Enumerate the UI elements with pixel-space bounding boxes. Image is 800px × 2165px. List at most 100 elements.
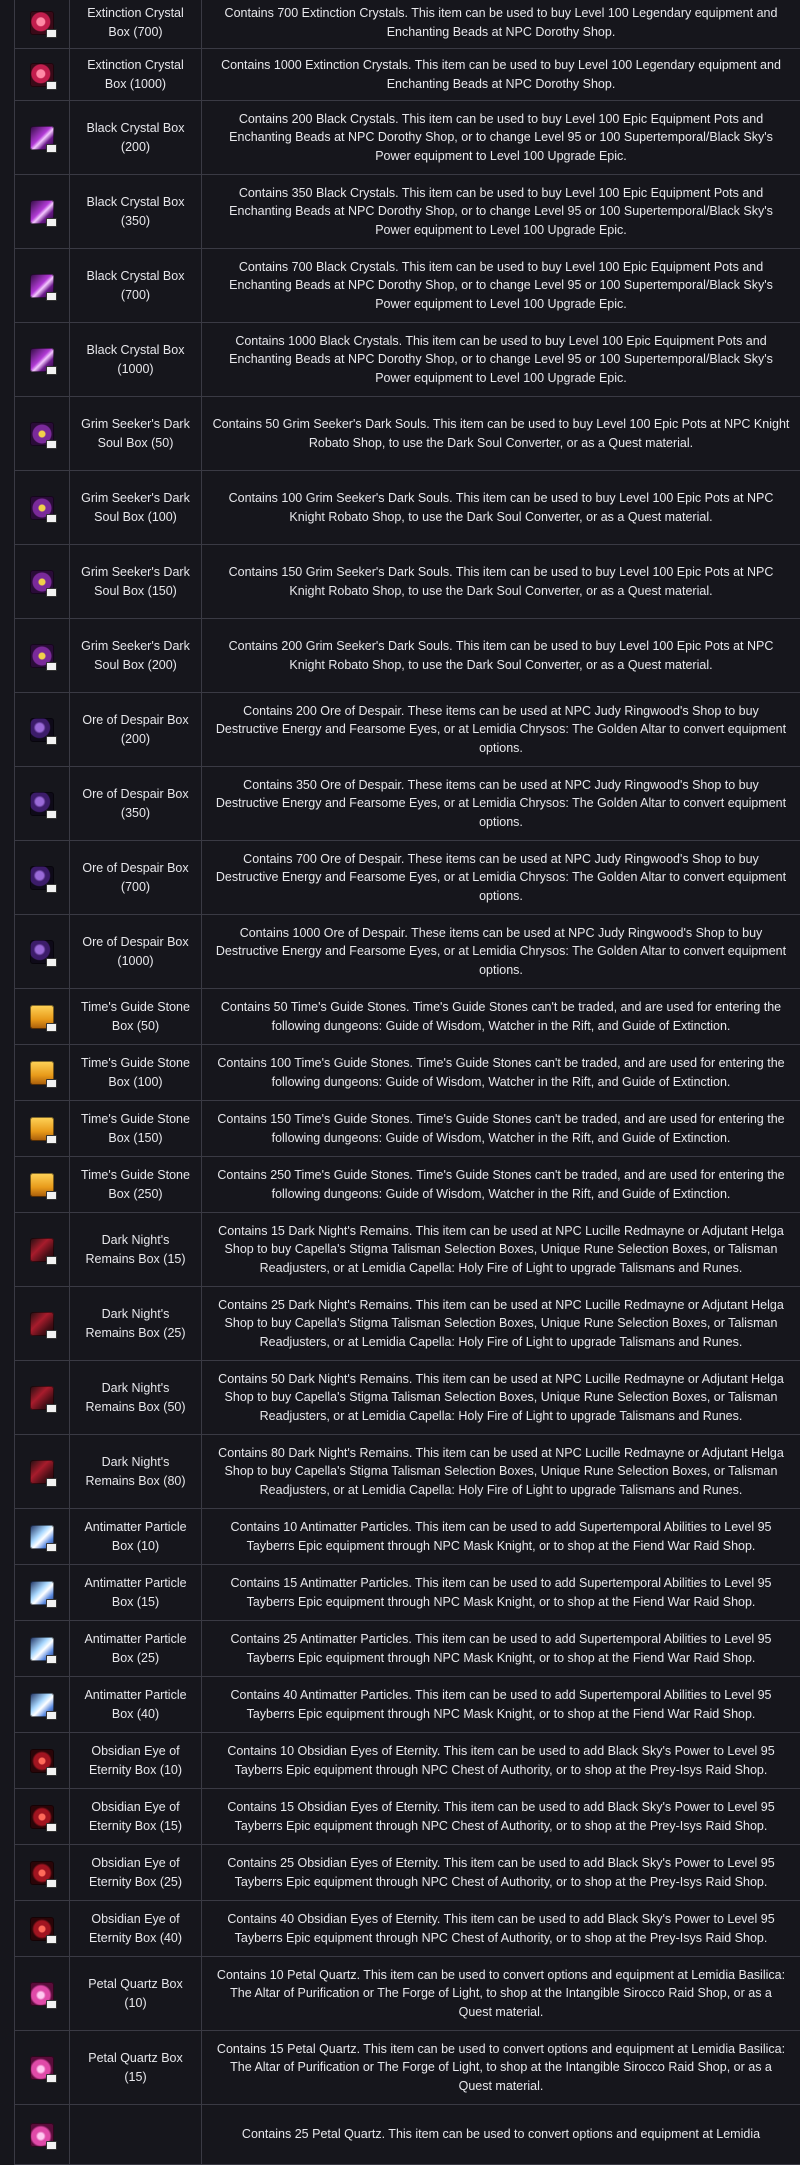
item-description: Contains 250 Time's Guide Stones. Time's…	[217, 1168, 785, 1201]
item-name: Antimatter Particle Box (25)	[70, 1621, 202, 1676]
item-description: Contains 1000 Black Crystals. This item …	[229, 333, 773, 385]
table-row: Ore of Despair Box (700) Contains 700 Ore…	[14, 841, 800, 915]
item-icon-cell	[15, 545, 70, 618]
item-description: Contains 25 Antimatter Particles. This i…	[230, 1632, 772, 1665]
item-icon-cell	[15, 249, 70, 322]
item-description: Contains 15 Petal Quartz. This item can …	[216, 2041, 786, 2093]
table-row: Grim Seeker's Dark Soul Box (200) Contain…	[14, 619, 800, 693]
item-table: Extinction Crystal Box (700) Contains 700…	[14, 0, 800, 2165]
table-row: Contains 25 Petal Quartz. This item can …	[14, 2105, 800, 2165]
item-name: Time's Guide Stone Box (250)	[70, 1157, 202, 1212]
table-row: Dark Night's Remains Box (25) Contains 25…	[14, 1287, 800, 1361]
item-description: Contains 150 Grim Seeker's Dark Souls. T…	[228, 565, 774, 598]
table-row: Time's Guide Stone Box (150) Contains 150…	[14, 1101, 800, 1157]
ore-of-despair-icon	[30, 865, 57, 893]
item-name: Black Crystal Box (1000)	[70, 323, 202, 396]
item-icon-cell	[15, 1045, 70, 1100]
ore-of-despair-icon	[30, 717, 57, 745]
table-row: Extinction Crystal Box (1000) Contains 10…	[14, 49, 800, 101]
item-icon-cell	[15, 1677, 70, 1732]
ore-of-despair-icon	[30, 791, 57, 819]
table-row: Black Crystal Box (700) Contains 700 Blac…	[14, 249, 800, 323]
item-icon-cell	[15, 619, 70, 692]
item-icon-cell	[15, 767, 70, 840]
antimatter-particle-icon	[30, 1692, 57, 1720]
item-icon-cell	[15, 0, 70, 48]
table-row: Antimatter Particle Box (15) Contains 15 …	[14, 1565, 800, 1621]
table-row: Time's Guide Stone Box (250) Contains 250…	[14, 1157, 800, 1213]
item-description: Contains 150 Time's Guide Stones. Time's…	[217, 1112, 785, 1145]
item-description: Contains 10 Petal Quartz. This item can …	[216, 1967, 786, 2019]
table-row: Dark Night's Remains Box (15) Contains 15…	[14, 1213, 800, 1287]
item-description: Contains 40 Antimatter Particles. This i…	[230, 1688, 772, 1721]
item-icon-cell	[15, 693, 70, 766]
table-row: Obsidian Eye of Eternity Box (15) Contain…	[14, 1789, 800, 1845]
guide-stone-icon	[30, 1004, 57, 1032]
dark-night-remains-icon	[30, 1459, 57, 1487]
item-icon-cell	[15, 1957, 70, 2030]
item-description: Contains 25 Petal Quartz. This item can …	[241, 2127, 761, 2142]
item-icon-cell	[15, 1213, 70, 1286]
dark-night-remains-icon	[30, 1385, 57, 1413]
item-name: Dark Night's Remains Box (80)	[70, 1435, 202, 1508]
table-row: Black Crystal Box (200) Contains 200 Blac…	[14, 101, 800, 175]
item-icon-cell	[15, 1509, 70, 1564]
item-name: Black Crystal Box (200)	[70, 101, 202, 174]
item-name: Petal Quartz Box (10)	[70, 1957, 202, 2030]
item-name: Antimatter Particle Box (15)	[70, 1565, 202, 1620]
table-row: Obsidian Eye of Eternity Box (25) Contain…	[14, 1845, 800, 1901]
item-name: Ore of Despair Box (1000)	[70, 915, 202, 988]
item-icon-cell	[15, 1361, 70, 1434]
item-icon-cell	[15, 471, 70, 544]
item-name: Ore of Despair Box (700)	[70, 841, 202, 914]
table-row: Ore of Despair Box (200) Contains 200 Ore…	[14, 693, 800, 767]
item-description: Contains 15 Obsidian Eyes of Eternity. T…	[227, 1800, 775, 1833]
item-icon-cell	[15, 1565, 70, 1620]
table-row: Black Crystal Box (350) Contains 350 Blac…	[14, 175, 800, 249]
table-row: Extinction Crystal Box (700) Contains 700…	[14, 0, 800, 49]
dark-soul-icon	[30, 495, 57, 523]
table-row: Obsidian Eye of Eternity Box (40) Contain…	[14, 1901, 800, 1957]
item-name: Black Crystal Box (700)	[70, 249, 202, 322]
item-name: Obsidian Eye of Eternity Box (40)	[70, 1901, 202, 1956]
black-crystal-icon	[30, 199, 57, 227]
item-description: Contains 200 Grim Seeker's Dark Souls. T…	[228, 639, 774, 672]
item-description: Contains 700 Extinction Crystals. This i…	[224, 6, 778, 39]
item-name: Ore of Despair Box (200)	[70, 693, 202, 766]
table-row: Grim Seeker's Dark Soul Box (50) Contains…	[14, 397, 800, 471]
extinction-crystal-icon	[30, 10, 57, 38]
item-name: Petal Quartz Box (15)	[70, 2031, 202, 2104]
item-icon-cell	[15, 2105, 70, 2164]
item-icon-cell	[15, 1435, 70, 1508]
item-description: Contains 15 Dark Night's Remains. This i…	[218, 1223, 784, 1275]
item-name: Time's Guide Stone Box (50)	[70, 989, 202, 1044]
item-icon-cell	[15, 1621, 70, 1676]
item-icon-cell	[15, 1157, 70, 1212]
item-description: Contains 50 Grim Seeker's Dark Souls. Th…	[212, 417, 790, 450]
item-description: Contains 350 Ore of Despair. These items…	[215, 777, 787, 829]
extinction-crystal-icon	[30, 62, 57, 90]
item-icon-cell	[15, 1101, 70, 1156]
table-row: Grim Seeker's Dark Soul Box (150) Contain…	[14, 545, 800, 619]
item-name: Ore of Despair Box (350)	[70, 767, 202, 840]
item-name: Time's Guide Stone Box (150)	[70, 1101, 202, 1156]
item-description: Contains 25 Obsidian Eyes of Eternity. T…	[227, 1856, 775, 1889]
item-icon-cell	[15, 2031, 70, 2104]
item-description: Contains 25 Dark Night's Remains. This i…	[218, 1297, 784, 1349]
item-name: Dark Night's Remains Box (25)	[70, 1287, 202, 1360]
ore-of-despair-icon	[30, 939, 57, 967]
item-description: Contains 350 Black Crystals. This item c…	[229, 185, 773, 237]
item-name: Extinction Crystal Box (1000)	[70, 49, 202, 100]
obsidian-eye-icon	[30, 1860, 57, 1888]
item-name: Grim Seeker's Dark Soul Box (100)	[70, 471, 202, 544]
item-description: Contains 1000 Ore of Despair. These item…	[215, 925, 787, 977]
item-icon-cell	[15, 915, 70, 988]
dark-soul-icon	[30, 569, 57, 597]
table-row: Ore of Despair Box (350) Contains 350 Ore…	[14, 767, 800, 841]
item-icon-cell	[15, 1901, 70, 1956]
black-crystal-icon	[30, 347, 57, 375]
item-name: Extinction Crystal Box (700)	[70, 0, 202, 48]
table-row: Ore of Despair Box (1000) Contains 1000 O…	[14, 915, 800, 989]
item-description: Contains 100 Time's Guide Stones. Time's…	[217, 1056, 785, 1089]
guide-stone-icon	[30, 1060, 57, 1088]
